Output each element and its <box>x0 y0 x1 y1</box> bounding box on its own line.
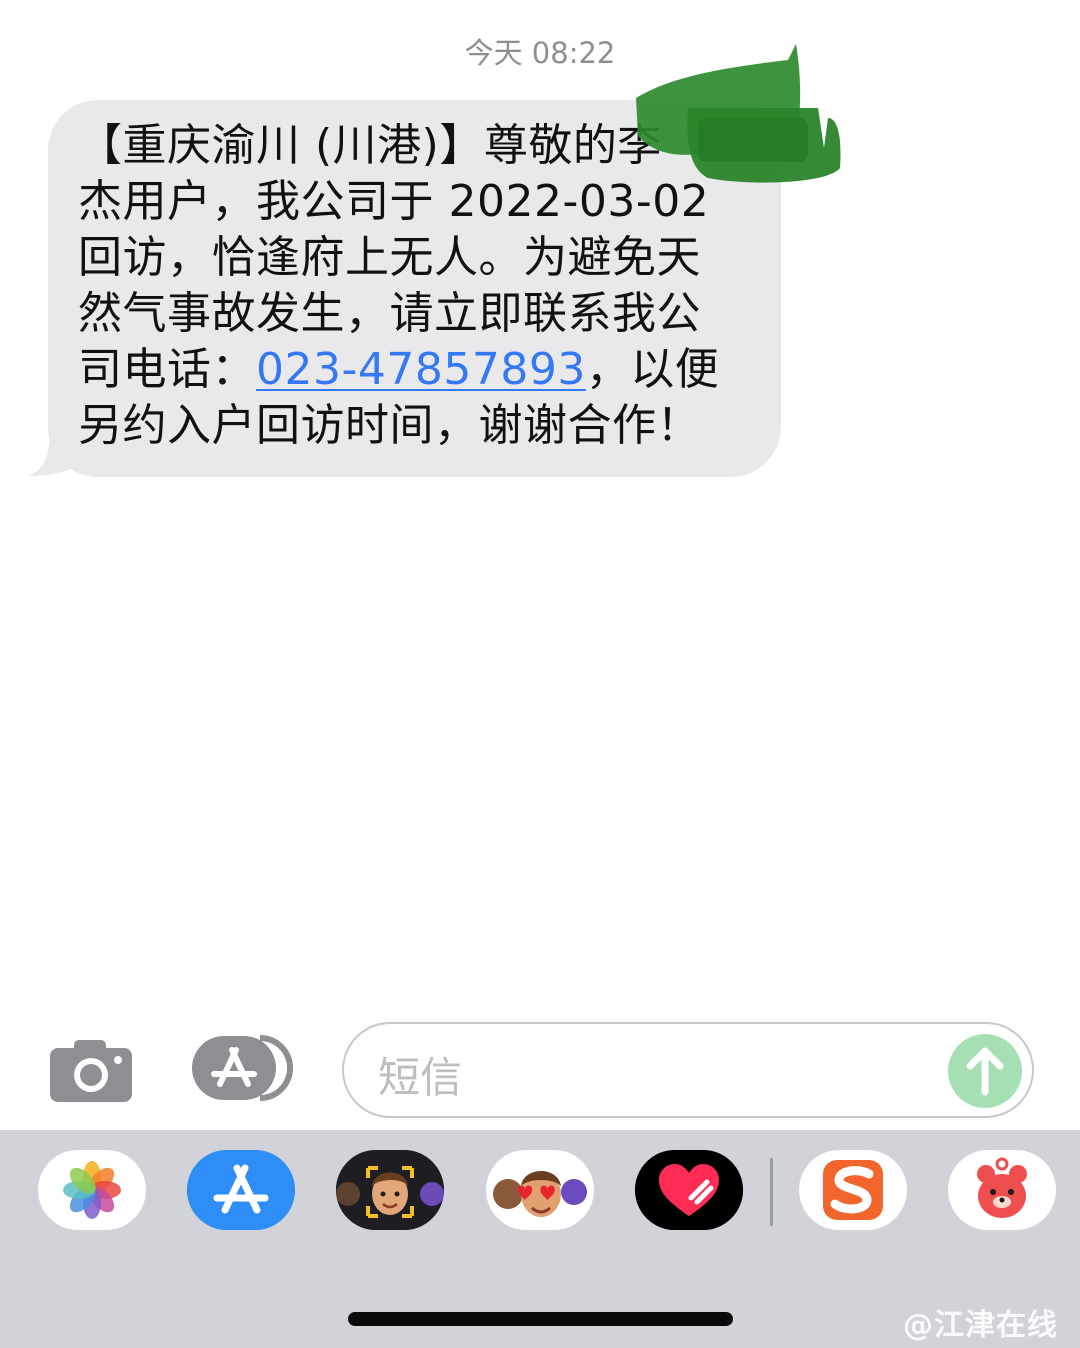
photos-app-button[interactable] <box>38 1150 146 1230</box>
sogou-input-icon <box>823 1160 883 1220</box>
memoji-stickers-icon <box>493 1171 587 1217</box>
watermark: @江津在线 <box>903 1308 1058 1343</box>
arrow-up-icon <box>966 1047 1004 1096</box>
memoji-app-button[interactable] <box>336 1150 444 1230</box>
message-text: 司电话： <box>78 344 256 395</box>
sogou-input-app-button[interactable] <box>799 1150 907 1230</box>
input-placeholder: 短信 <box>378 1053 463 1102</box>
app-store-icon <box>187 1150 295 1230</box>
input-bar: 短信 <box>0 1012 1080 1130</box>
digital-touch-icon <box>635 1150 743 1230</box>
message-text: ，以便 <box>585 344 720 395</box>
app-drawer: @江津在线 <box>0 1130 1080 1348</box>
memoji-stickers-app-button[interactable] <box>486 1150 594 1230</box>
send-button[interactable] <box>948 1034 1022 1108</box>
message-timestamp: 今天 08:22 <box>464 36 616 70</box>
message-line: 司电话：023-47857893，以便 <box>78 342 751 398</box>
redaction-scribble <box>636 44 841 183</box>
message-line: 然气事故发生，请立即联系我公 <box>78 288 701 339</box>
bear-app-button[interactable] <box>948 1150 1056 1230</box>
app-store-button[interactable] <box>190 1034 294 1102</box>
message-line: 回访，恰逢府上无人。为避免天 <box>78 232 701 283</box>
message-input[interactable]: 短信 <box>342 1022 1034 1118</box>
bear-app-icon <box>977 1157 1027 1218</box>
camera-button[interactable] <box>48 1038 134 1104</box>
tray-divider <box>770 1158 773 1226</box>
app-store-icon <box>192 1035 293 1101</box>
app-store-app-button[interactable] <box>187 1150 295 1230</box>
phone-number-link[interactable]: 023-47857893 <box>256 344 586 395</box>
camera-icon <box>50 1040 132 1102</box>
message-line: 另约入户回访时间，谢谢合作！ <box>78 400 701 451</box>
photos-icon <box>63 1161 121 1219</box>
memoji-icon <box>336 1150 444 1230</box>
home-indicator[interactable] <box>348 1312 733 1326</box>
digital-touch-app-button[interactable] <box>635 1150 743 1230</box>
